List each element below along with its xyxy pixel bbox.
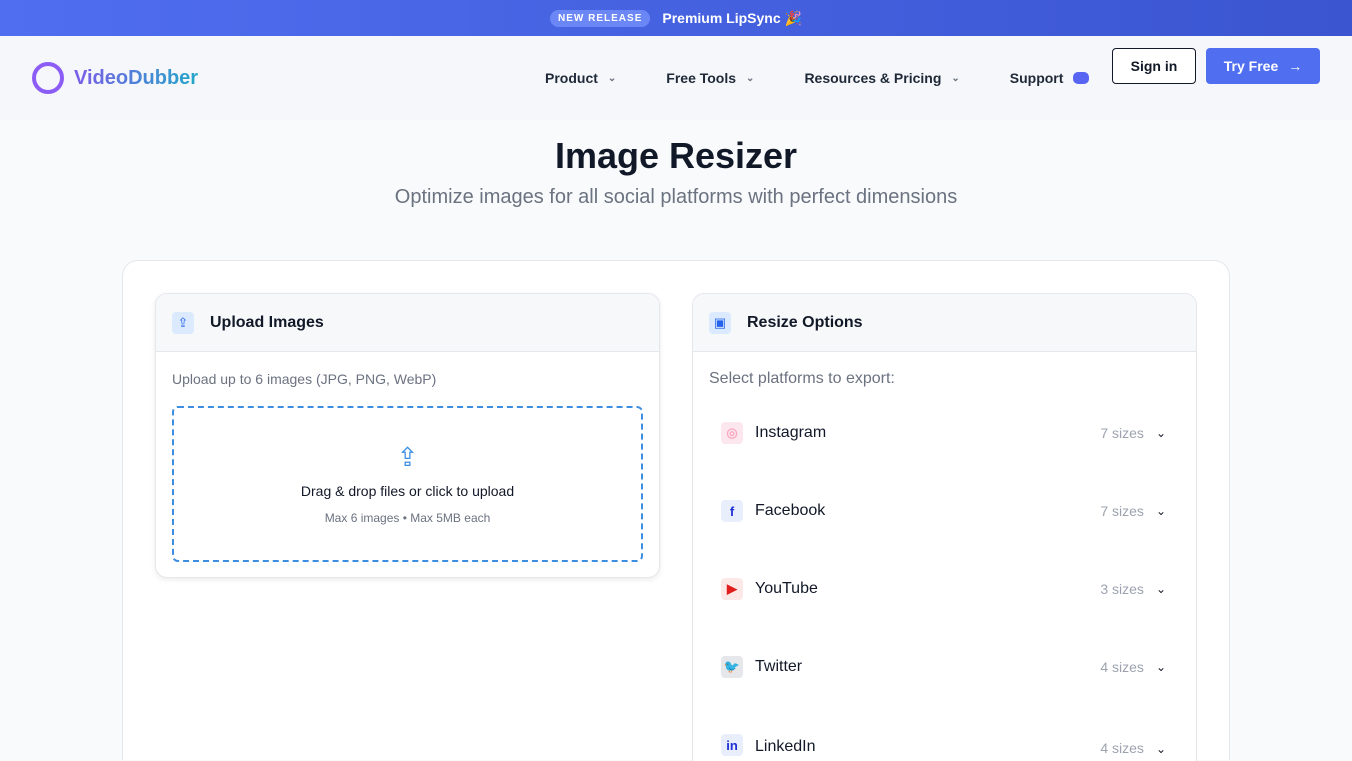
- platform-row-youtube[interactable]: ▶ YouTube 3 sizes ⌄: [693, 550, 1196, 628]
- chevron-down-icon[interactable]: ⌄: [1156, 660, 1166, 674]
- upload-icon: ⇪: [172, 311, 194, 334]
- nav-resources-pricing[interactable]: Resources & Pricing ⌄: [804, 70, 959, 86]
- upload-dropzone[interactable]: ⇪ Drag & drop files or click to upload M…: [172, 406, 643, 562]
- chevron-down-icon: ⌄: [951, 72, 960, 84]
- platform-row-facebook[interactable]: f Facebook 7 sizes ⌄: [693, 472, 1196, 550]
- platform-name: Instagram: [755, 424, 827, 441]
- arrow-right-icon: →: [1288, 58, 1303, 74]
- nav-support[interactable]: Support: [1010, 70, 1090, 86]
- platform-name: Facebook: [755, 502, 826, 519]
- platform-size-count: 4 sizes: [1100, 740, 1144, 756]
- chevron-down-icon[interactable]: ⌄: [1156, 504, 1166, 518]
- banner-text[interactable]: Premium LipSync 🎉: [662, 10, 802, 27]
- new-release-badge: NEW RELEASE: [550, 9, 651, 27]
- linkedin-icon: in: [721, 734, 743, 756]
- nav-product[interactable]: Product ⌄: [545, 70, 616, 86]
- chevron-down-icon: ⌄: [607, 72, 617, 84]
- twitter-icon: 🐦: [721, 656, 743, 678]
- platform-name: LinkedIn: [755, 738, 816, 755]
- chevron-down-icon[interactable]: ⌄: [1156, 426, 1166, 440]
- discord-icon: [1073, 72, 1090, 84]
- platform-list: ◎ Instagram 7 sizes ⌄ f Facebook 7 sizes …: [693, 394, 1196, 758]
- nav-label: Resources & Pricing: [804, 70, 942, 86]
- youtube-icon: ▶: [721, 578, 743, 600]
- platform-row-twitter[interactable]: 🐦 Twitter 4 sizes ⌄: [693, 628, 1196, 706]
- nav-free-tools[interactable]: Free Tools ⌄: [666, 70, 754, 86]
- top-nav: VideoDubber Product ⌄ Free Tools ⌄ Resourc…: [0, 36, 1352, 120]
- chevron-down-icon[interactable]: ⌄: [1156, 582, 1166, 596]
- announcement-banner[interactable]: NEW RELEASE Premium LipSync 🎉: [0, 0, 1352, 36]
- tool-container: ⇪ Upload Images Upload up to 6 images (J…: [122, 260, 1230, 761]
- logo[interactable]: VideoDubber: [32, 62, 198, 94]
- page-title: Image Resizer: [554, 135, 798, 176]
- upload-card: ⇪ Upload Images Upload up to 6 images (J…: [155, 293, 660, 578]
- platform-name: Twitter: [755, 658, 803, 675]
- resize-options-card: ▣ Resize Options Select platforms to exp…: [692, 293, 1197, 761]
- nav-label: Product: [545, 70, 598, 86]
- chevron-down-icon: ⌄: [746, 72, 755, 84]
- chevron-down-icon[interactable]: ⌄: [1156, 742, 1166, 756]
- try-free-label: Try Free: [1223, 58, 1279, 74]
- facebook-icon: f: [721, 500, 743, 522]
- platform-size-count: 3 sizes: [1100, 581, 1144, 597]
- sign-in-button[interactable]: Sign in: [1112, 48, 1196, 84]
- dropzone-limits: Max 6 images • Max 5MB each: [324, 511, 491, 525]
- platform-size-count: 4 sizes: [1100, 659, 1144, 675]
- resize-title: Resize Options: [747, 313, 863, 331]
- platform-row-instagram[interactable]: ◎ Instagram 7 sizes ⌄: [693, 394, 1196, 472]
- page-subtitle: Optimize images for all social platforms…: [394, 186, 958, 208]
- dropzone-text: Drag & drop files or click to upload: [300, 483, 515, 499]
- upload-arrow-icon: ⇪: [396, 442, 419, 472]
- upload-hint: Upload up to 6 images (JPG, PNG, WebP): [172, 371, 437, 387]
- logo-text: VideoDubber: [74, 66, 199, 89]
- platform-hint: Select platforms to export:: [709, 370, 895, 387]
- platform-size-count: 7 sizes: [1100, 503, 1144, 519]
- nav-label: Support: [1009, 70, 1064, 86]
- upload-title: Upload Images: [210, 313, 324, 331]
- platform-size-count: 7 sizes: [1100, 425, 1144, 441]
- instagram-icon: ◎: [721, 422, 743, 444]
- try-free-button[interactable]: Try Free →: [1206, 48, 1320, 84]
- image-icon: ▣: [709, 311, 731, 334]
- platform-row-linkedin[interactable]: in LinkedIn 4 sizes ⌄: [693, 706, 1196, 758]
- nav-label: Free Tools: [666, 70, 737, 86]
- platform-name: YouTube: [755, 580, 818, 597]
- logo-ring-icon: [32, 62, 64, 94]
